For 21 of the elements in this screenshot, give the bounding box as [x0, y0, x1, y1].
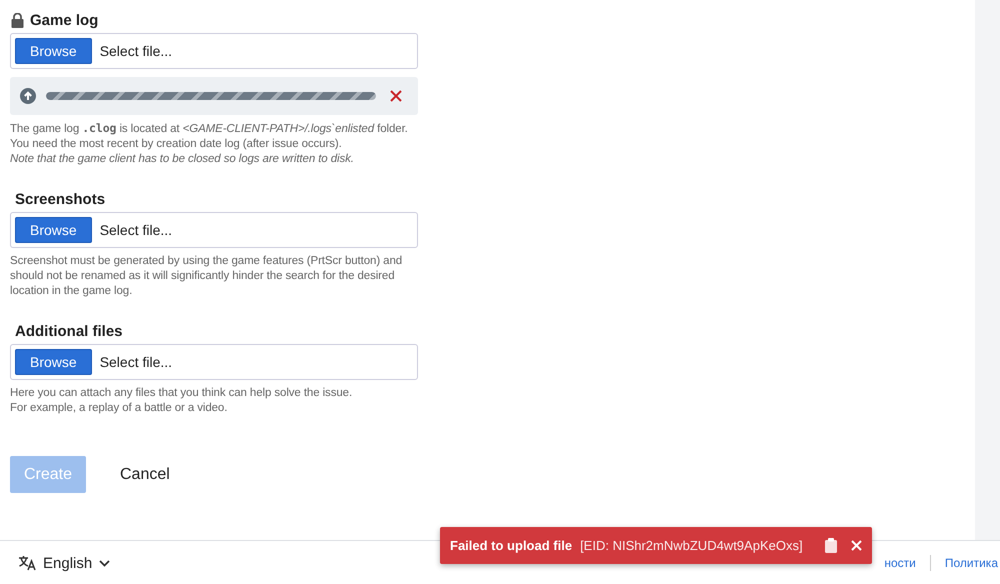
file-input[interactable]: Browse Select file...	[10, 212, 418, 248]
browse-button[interactable]: Browse	[15, 349, 92, 375]
language-selector[interactable]: English	[18, 554, 110, 572]
section-title: Screenshots	[15, 190, 106, 208]
help-text: The game log .clog is located at <GAME-CLIENT-PATH>/.logs`enlisted folder.	[10, 121, 409, 137]
cancel-button[interactable]: Cancel	[114, 464, 176, 484]
footer-link[interactable]: Политика	[944, 556, 998, 570]
error-id: [EID: NIShr2mNwbZUD4wt9ApKeOxs]	[580, 538, 804, 553]
section-title: Game log	[30, 12, 98, 28]
file-input[interactable]: Browse Select file...	[10, 33, 418, 69]
file-input[interactable]: Browse Select file...	[10, 344, 418, 380]
browse-button[interactable]: Browse	[15, 38, 92, 64]
help-text: Here you can attach any files that you think can help solve the issue.	[10, 386, 354, 401]
help-text: For example, a replay of a battle or a video.	[10, 401, 228, 416]
section-title: Additional files	[15, 322, 123, 340]
help-text: You need the most recent by creation date log (after issue occurs).	[10, 137, 343, 152]
browse-button[interactable]: Browse	[15, 217, 92, 243]
help-text: Note that the game client has to be closed so logs are written to disk.	[10, 152, 355, 167]
toast-message: Failed to upload file	[450, 538, 572, 553]
help-text: Screenshot must be generated by using the game features (PrtScr button) and should not be renamed as it will significantly hinder the search for the desired location in the game log.	[10, 254, 404, 299]
footer-link[interactable]: ности	[884, 556, 916, 570]
